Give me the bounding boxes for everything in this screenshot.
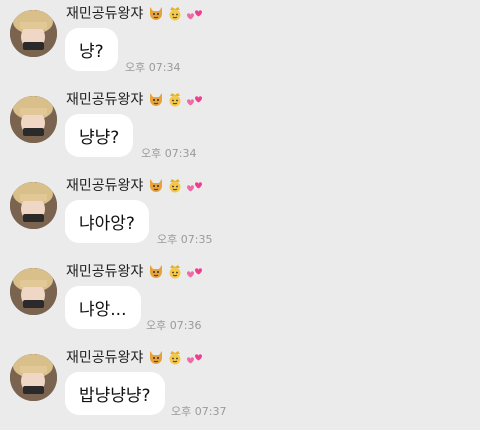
avatar[interactable]	[10, 268, 57, 315]
message-timestamp: 오후 07:34	[141, 147, 197, 160]
message-row: 재민공듀왕쟈 냥? 오후 07:34	[0, 0, 480, 86]
message-bubble[interactable]: 냐앙...	[65, 286, 141, 329]
cat-devil-icon	[150, 93, 163, 106]
two-hearts-icon	[187, 268, 203, 278]
cat-devil-icon	[150, 265, 163, 278]
two-hearts-icon	[187, 10, 203, 20]
cat-devil-icon	[150, 179, 163, 192]
crown-face-icon	[169, 351, 181, 365]
message-timestamp: 오후 07:35	[157, 233, 213, 246]
avatar-image	[10, 354, 57, 401]
chat-area: 재민공듀왕쟈 냥? 오후 07:34 재민공듀왕쟈 냥냥? 오후 07:34 재…	[0, 0, 480, 423]
two-hearts-icon	[187, 354, 203, 364]
crown-face-icon	[169, 179, 181, 193]
avatar[interactable]	[10, 10, 57, 57]
sender-header: 재민공듀왕쟈	[66, 2, 203, 24]
sender-name: 재민공듀왕쟈	[66, 6, 144, 22]
crown-face-icon	[169, 265, 181, 279]
message-bubble[interactable]: 냥?	[65, 28, 118, 71]
sender-header: 재민공듀왕쟈	[66, 174, 203, 196]
sender-header: 재민공듀왕쟈	[66, 88, 203, 110]
avatar-image	[10, 10, 57, 57]
message-timestamp: 오후 07:37	[171, 405, 227, 418]
message-bubble[interactable]: 냐아앙?	[65, 200, 149, 243]
message-row: 재민공듀왕쟈 냥냥? 오후 07:34	[0, 86, 480, 172]
avatar-image	[10, 96, 57, 143]
sender-header: 재민공듀왕쟈	[66, 260, 203, 282]
message-row: 재민공듀왕쟈 냐아앙? 오후 07:35	[0, 172, 480, 258]
avatar[interactable]	[10, 354, 57, 401]
sender-name: 재민공듀왕쟈	[66, 92, 144, 108]
crown-face-icon	[169, 93, 181, 107]
sender-name: 재민공듀왕쟈	[66, 264, 144, 280]
sender-name: 재민공듀왕쟈	[66, 350, 144, 366]
message-bubble[interactable]: 냥냥?	[65, 114, 134, 157]
message-row: 재민공듀왕쟈 냐앙... 오후 07:36	[0, 258, 480, 344]
crown-face-icon	[169, 7, 181, 21]
two-hearts-icon	[187, 182, 203, 192]
avatar[interactable]	[10, 96, 57, 143]
message-timestamp: 오후 07:36	[146, 319, 202, 332]
message-bubble[interactable]: 밥냥냥냥?	[65, 372, 165, 415]
two-hearts-icon	[187, 96, 203, 106]
avatar-image	[10, 268, 57, 315]
cat-devil-icon	[150, 351, 163, 364]
avatar-image	[10, 182, 57, 229]
sender-header: 재민공듀왕쟈	[66, 346, 203, 368]
cat-devil-icon	[150, 7, 163, 20]
sender-name: 재민공듀왕쟈	[66, 178, 144, 194]
avatar[interactable]	[10, 182, 57, 229]
message-timestamp: 오후 07:34	[125, 61, 181, 74]
message-row: 재민공듀왕쟈 밥냥냥냥? 오후 07:37	[0, 344, 480, 430]
